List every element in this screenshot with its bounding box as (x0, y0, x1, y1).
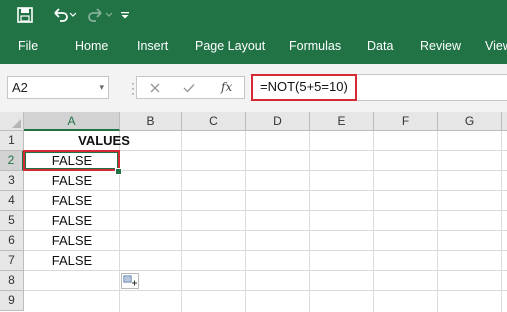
gridline (309, 131, 310, 312)
formula-text[interactable]: =NOT(5+5=10) (260, 78, 348, 96)
formula-buttons: fx (136, 76, 245, 99)
tab-review[interactable]: Review (420, 30, 461, 64)
column-header-b[interactable]: B (120, 112, 182, 131)
save-icon[interactable] (14, 4, 36, 26)
enter-icon[interactable] (179, 77, 199, 98)
paste-options-icon[interactable] (121, 273, 139, 289)
column-header-f[interactable]: F (374, 112, 438, 131)
column-header-c[interactable]: C (182, 112, 246, 131)
row-header-2[interactable]: 2 (0, 151, 24, 171)
row-header-5[interactable]: 5 (0, 211, 24, 231)
quick-access-toolbar (0, 0, 507, 30)
redo-icon[interactable] (86, 4, 116, 26)
column-header-d[interactable]: D (246, 112, 310, 131)
tab-formulas[interactable]: Formulas (289, 30, 341, 64)
cell-a7[interactable]: FALSE (24, 251, 120, 271)
column-header-e[interactable]: E (310, 112, 374, 131)
gridline (245, 131, 246, 312)
column-header-g[interactable]: G (438, 112, 502, 131)
ribbon-tabs: File Home Insert Page Layout Formulas Da… (0, 30, 507, 64)
cancel-icon[interactable] (145, 77, 165, 98)
column-header-a[interactable]: A (24, 112, 120, 131)
name-box[interactable]: A2 ▾ (7, 76, 109, 99)
tab-home[interactable]: Home (75, 30, 108, 64)
gridline (501, 131, 502, 312)
active-cell-highlight (23, 150, 120, 171)
cell-a3[interactable]: FALSE (24, 171, 120, 191)
row-header-6[interactable]: 6 (0, 231, 24, 251)
tab-file[interactable]: File (18, 30, 38, 64)
row-header-8[interactable]: 8 (0, 271, 24, 291)
row-header-1[interactable]: 1 (0, 131, 24, 151)
gridline (24, 290, 507, 291)
insert-function-icon[interactable]: fx (221, 77, 232, 98)
gridline (181, 131, 182, 312)
undo-icon[interactable] (50, 4, 80, 26)
tab-view[interactable]: View (485, 30, 507, 64)
cell-a5[interactable]: FALSE (24, 211, 120, 231)
customize-toolbar-icon[interactable] (118, 4, 132, 26)
select-all-corner[interactable] (0, 112, 24, 131)
row-header-3[interactable]: 3 (0, 171, 24, 191)
row-header-4[interactable]: 4 (0, 191, 24, 211)
fill-handle[interactable] (115, 168, 122, 175)
cell-a1[interactable]: VALUES (66, 131, 142, 151)
row-header-7[interactable]: 7 (0, 251, 24, 271)
tab-data[interactable]: Data (367, 30, 393, 64)
column-header-h[interactable] (502, 112, 507, 131)
row-header-9[interactable]: 9 (0, 291, 24, 311)
tab-page-layout[interactable]: Page Layout (195, 30, 265, 64)
cell-a6[interactable]: FALSE (24, 231, 120, 251)
cell-a4[interactable]: FALSE (24, 191, 120, 211)
gridline (373, 131, 374, 312)
gridline (437, 131, 438, 312)
tab-insert[interactable]: Insert (137, 30, 168, 64)
name-box-value: A2 (12, 80, 28, 95)
formula-bar-grip-icon[interactable]: ⋮ (126, 78, 140, 98)
name-box-dropdown-icon[interactable]: ▾ (99, 77, 104, 98)
